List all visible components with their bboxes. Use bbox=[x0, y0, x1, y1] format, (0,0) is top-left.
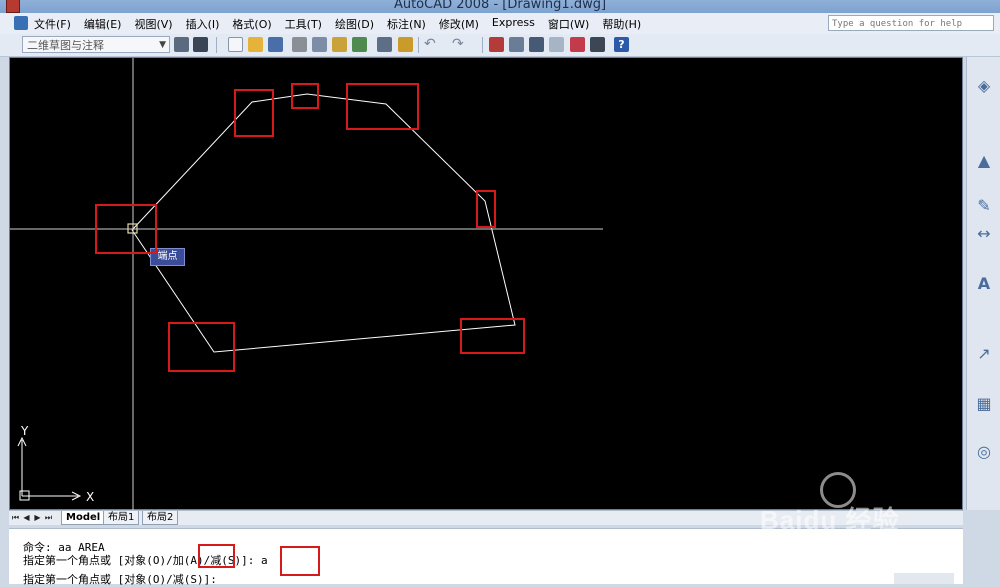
draw-icon[interactable]: ▲ bbox=[975, 152, 993, 170]
toolbar-separator bbox=[482, 37, 483, 53]
watermark-url: jingyan.baidu.com bbox=[770, 538, 875, 553]
chevron-down-icon[interactable]: ▼ bbox=[159, 37, 166, 54]
matchprop-icon[interactable] bbox=[377, 37, 392, 52]
menu-edit[interactable]: 编辑(E) bbox=[84, 16, 129, 32]
command-scrollbar[interactable] bbox=[894, 573, 954, 584]
workspace-save-icon[interactable] bbox=[193, 37, 208, 52]
drawing-svg: Y X bbox=[10, 58, 603, 511]
highlight-vertex bbox=[234, 89, 274, 137]
toolpalette-icon[interactable] bbox=[529, 37, 544, 52]
open-icon[interactable] bbox=[248, 37, 263, 52]
modify-icon[interactable]: ✎ bbox=[975, 197, 993, 215]
window-title: AutoCAD 2008 - [Drawing1.dwg] bbox=[393, 0, 607, 12]
markup-icon[interactable] bbox=[570, 37, 585, 52]
designcenter-icon[interactable] bbox=[509, 37, 524, 52]
highlight-vertex bbox=[476, 190, 496, 228]
highlight-vertex bbox=[168, 322, 235, 372]
menu-insert[interactable]: 插入(I) bbox=[186, 16, 227, 32]
highlight-vertex bbox=[346, 83, 419, 130]
menu-tools[interactable]: 工具(T) bbox=[285, 16, 329, 32]
plot-icon[interactable] bbox=[352, 37, 367, 52]
watermark-brand: Baidu 经验 bbox=[760, 505, 900, 535]
menu-help[interactable]: 帮助(H) bbox=[602, 16, 648, 32]
polygon-outline bbox=[131, 93, 516, 353]
help-search-input[interactable]: Type a question for help bbox=[828, 15, 994, 31]
toolbar-separator bbox=[216, 37, 217, 53]
layers-icon[interactable]: ◈ bbox=[975, 77, 993, 95]
brush-icon[interactable] bbox=[398, 37, 413, 52]
document-menu-icon[interactable] bbox=[14, 16, 28, 30]
new-icon[interactable] bbox=[228, 37, 243, 52]
compass-icon[interactable]: ◎ bbox=[975, 443, 993, 461]
toolbar-separator bbox=[418, 37, 419, 53]
menu-file[interactable]: 文件(F) bbox=[34, 16, 78, 32]
print-icon[interactable] bbox=[292, 37, 307, 52]
menu-draw[interactable]: 绘图(D) bbox=[335, 16, 381, 32]
workspace-value: 二维草图与注释 bbox=[27, 39, 104, 52]
highlight-vertex bbox=[291, 83, 319, 109]
tab-layout1[interactable]: 布局1 bbox=[103, 511, 140, 525]
text-icon[interactable]: A bbox=[975, 275, 993, 293]
undo-icon[interactable]: ↶ bbox=[424, 37, 439, 52]
menu-view[interactable]: 视图(V) bbox=[134, 16, 179, 32]
right-dock-panel: ◈ ▲ ✎ ↔ A ↗ ▦ ◎ bbox=[966, 57, 1000, 510]
tab-model[interactable]: Model bbox=[61, 511, 106, 525]
help-icon[interactable]: ? bbox=[614, 37, 629, 52]
dimension-icon[interactable]: ↔ bbox=[975, 225, 993, 243]
drawing-canvas[interactable]: Y X bbox=[9, 57, 963, 511]
highlight-vertex bbox=[95, 204, 157, 254]
sheetset-icon[interactable] bbox=[549, 37, 564, 52]
workspace-settings-icon[interactable] bbox=[174, 37, 189, 52]
menu-window[interactable]: 窗口(W) bbox=[548, 16, 596, 32]
properties-icon[interactable] bbox=[489, 37, 504, 52]
last-tab-icon[interactable]: ⏭ bbox=[44, 512, 53, 523]
menu-format[interactable]: 格式(O) bbox=[232, 16, 278, 32]
prev-tab-icon[interactable]: ◀ bbox=[22, 512, 31, 523]
workspace-select[interactable]: 二维草图与注释 ▼ bbox=[22, 36, 170, 53]
calculator-icon[interactable] bbox=[590, 37, 605, 52]
ucs-x-label: X bbox=[86, 490, 94, 504]
save-icon[interactable] bbox=[268, 37, 283, 52]
command-prompt-line[interactable]: 指定第一个角点或 [对象(O)/减(S)]: bbox=[23, 571, 217, 587]
next-tab-icon[interactable]: ▶ bbox=[33, 512, 42, 523]
menu-modify[interactable]: 修改(M) bbox=[439, 16, 486, 32]
leader-icon[interactable]: ↗ bbox=[975, 345, 993, 363]
menu-dimension[interactable]: 标注(N) bbox=[387, 16, 433, 32]
tab-layout2[interactable]: 布局2 bbox=[142, 511, 179, 525]
highlight-vertex bbox=[460, 318, 525, 354]
redo-icon[interactable]: ↷ bbox=[452, 37, 467, 52]
first-tab-icon[interactable]: ⏮ bbox=[11, 512, 20, 523]
ucs-y-label: Y bbox=[20, 424, 29, 438]
table-icon[interactable]: ▦ bbox=[975, 395, 993, 413]
menu-express[interactable]: Express bbox=[492, 16, 542, 32]
highlight-add-option bbox=[198, 544, 235, 568]
title-bar: AutoCAD 2008 - [Drawing1.dwg] bbox=[0, 0, 1000, 13]
publish-icon[interactable] bbox=[332, 37, 347, 52]
baidu-watermark: Baidu 经验 jingyan.baidu.com bbox=[760, 470, 960, 570]
preview-icon[interactable] bbox=[312, 37, 327, 52]
highlight-input-a bbox=[280, 546, 320, 576]
